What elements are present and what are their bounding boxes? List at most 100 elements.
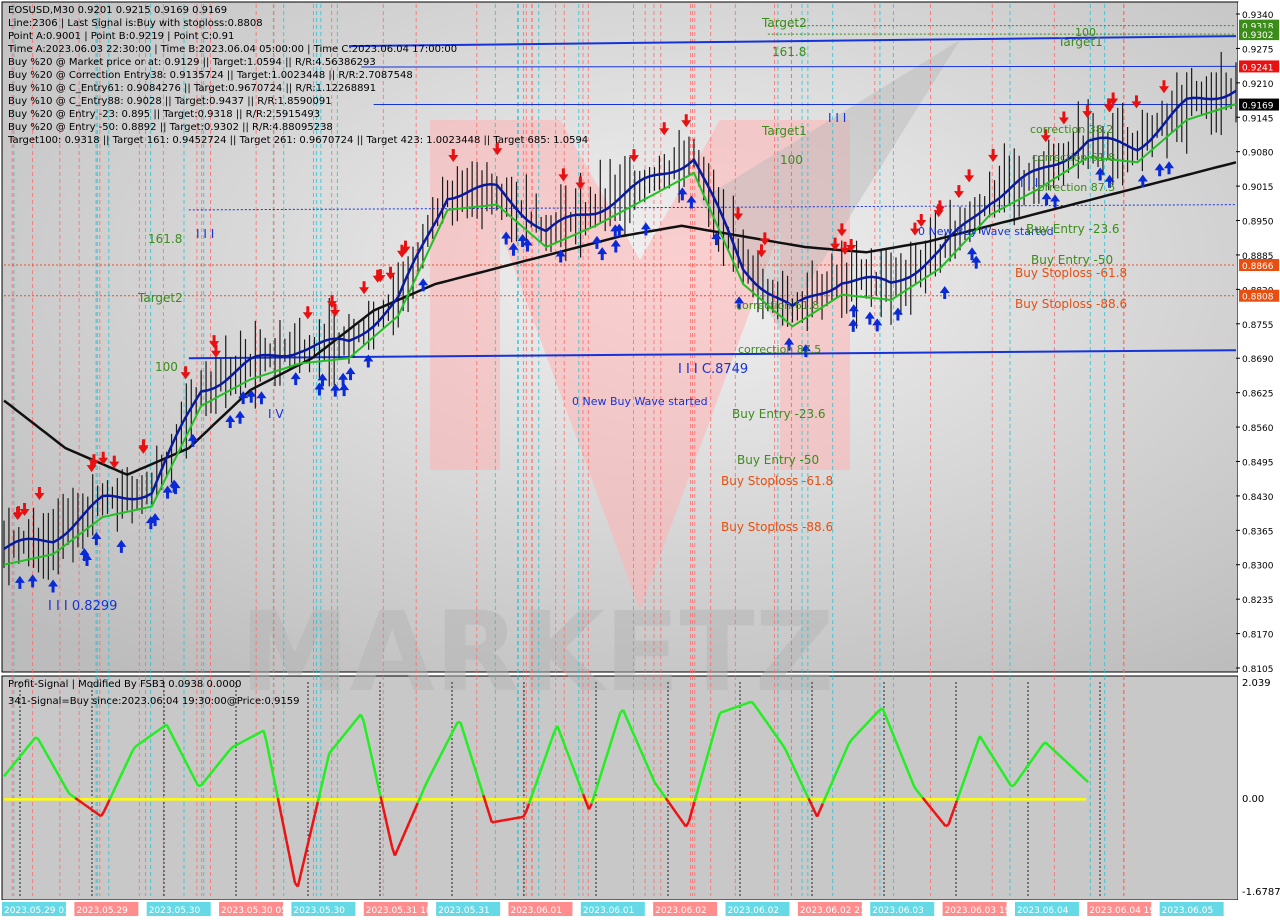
price-tick-label: 0.9080 — [1242, 149, 1274, 159]
osc-green-segment — [231, 744, 236, 749]
buy-stoploss-61-mid: Buy Stoploss -61.8 — [721, 474, 833, 488]
price-tag-label: 0.8808 — [1242, 293, 1274, 303]
time-axis-label: 2023.06.03 — [872, 906, 924, 916]
info-line: Buy %10 @ C_Entry88: 0.9028 || Target:0.… — [8, 96, 332, 107]
osc-green-segment — [251, 734, 256, 738]
osc-green-segment — [68, 792, 74, 798]
osc-green-segment — [728, 707, 732, 711]
time-axis-label: 2023.05.30 — [149, 906, 201, 916]
time-axis-label: 2023.05.29 01:00 — [4, 906, 85, 916]
target2-left-label: Target2 — [137, 291, 183, 305]
osc-red-segment — [86, 805, 91, 810]
osc-red-segment — [517, 816, 521, 820]
level-161-top-label: 161.8 — [772, 45, 806, 59]
osc-green-segment — [134, 743, 139, 748]
osc-green-segment — [248, 735, 253, 740]
osc-red-segment — [511, 817, 515, 821]
v-mark: I V — [268, 407, 284, 421]
osc-red-segment — [497, 819, 501, 823]
osc-green-segment — [722, 709, 727, 713]
target2-top-label: Target2 — [761, 16, 807, 30]
osc-green-segment — [739, 703, 744, 707]
price-tick-label: 0.8690 — [1242, 355, 1274, 365]
price-tick-label: 0.8105 — [1242, 665, 1274, 675]
osc-red-segment — [520, 815, 524, 819]
level-100-left-label: 100 — [155, 360, 178, 374]
price-tick-label: 0.8365 — [1242, 527, 1274, 537]
buy-stoploss-61-right: Buy Stoploss -61.8 — [1015, 266, 1127, 280]
correction-87-right: correction 87.5 — [1032, 181, 1115, 194]
info-line: Buy %20 @ Entry -23: 0.895 || Target:0.9… — [8, 109, 320, 120]
price-tick-label: 0.9275 — [1242, 45, 1274, 55]
time-axis-label: 2023.06.03 19:00 — [945, 906, 1026, 916]
osc-green-segment — [725, 708, 730, 712]
osc-red-segment — [94, 811, 99, 816]
time-axis-label: 2023.06.05 — [1162, 906, 1214, 916]
time-axis-label: 2023.06.02 — [655, 906, 707, 916]
osc-green-segment — [257, 731, 262, 735]
buy-entry-23-right: Buy Entry -23.6 — [1026, 222, 1120, 236]
osc-green-segment — [243, 738, 248, 743]
osc-red-segment — [500, 819, 504, 823]
osc-red-segment — [945, 823, 949, 828]
osc-red-segment — [514, 816, 518, 820]
price-tick-label: 0.9145 — [1242, 114, 1274, 124]
price-tick-label: 0.8495 — [1242, 458, 1274, 468]
time-axis-label: 2023.06.02 — [728, 906, 780, 916]
osc-scale-bottom: -1.6787 — [1242, 887, 1280, 898]
time-axis-label: 2023.05.31 18:30 — [366, 906, 447, 916]
osc-red-segment — [80, 801, 85, 806]
level-line — [361, 65, 1237, 68]
price-tag-label: 0.9302 — [1242, 31, 1274, 41]
osc-green-segment — [140, 739, 145, 744]
info-line: Buy %20 @ Market price or at: 0.9129 || … — [8, 57, 376, 68]
time-axis-label: 2023.06.04 — [1017, 906, 1069, 916]
osc-green-segment — [157, 727, 162, 732]
price-tick-label: 0.8170 — [1242, 631, 1274, 641]
osc-green-segment — [34, 736, 39, 741]
osc-green-segment — [145, 735, 151, 740]
level-161-left-label: 161.8 — [148, 232, 182, 246]
osc-red-segment — [503, 818, 507, 822]
mid-low-price-label: I I I C.8749 — [678, 362, 748, 377]
correction-87-mid: correction 87.5 — [738, 343, 821, 356]
price-tick-label: 0.9340 — [1242, 11, 1274, 21]
osc-green-segment — [234, 743, 239, 747]
osc-red-segment — [88, 807, 94, 812]
osc-scale-zero: 0.00 — [1242, 794, 1264, 805]
osc-green-segment — [240, 740, 245, 744]
osc-scale-top: 2.039 — [1242, 678, 1271, 689]
info-line: Line:2306 | Last Signal is:Buy with stop… — [8, 18, 263, 29]
osc-red-segment — [494, 820, 498, 824]
triple-bar-left: I I I — [196, 227, 214, 241]
osc-green-segment — [742, 702, 747, 706]
info-line: Point A:0.9001 | Point B:0.9219 | Point … — [8, 31, 234, 42]
correction-38-right: correction 38.2 — [1030, 123, 1113, 136]
price-tick-label: 0.8430 — [1242, 493, 1274, 503]
oscillator-signal: 341-Signal=Buy since:2023.06.04 19:30:00… — [8, 696, 300, 707]
price-tick-label: 0.8235 — [1242, 596, 1274, 606]
osc-green-segment — [745, 701, 750, 705]
osc-green-segment — [154, 729, 159, 734]
price-tick-label: 0.9210 — [1242, 80, 1274, 90]
price-tag-label: 0.8866 — [1242, 262, 1274, 272]
symbol-line: EOSUSD,M30 0.9201 0.9215 0.9169 0.9169 — [8, 5, 227, 16]
info-line: Target100: 0.9318 || Target 161: 0.94527… — [7, 135, 588, 146]
triple-bar-mid: I I I — [828, 111, 846, 125]
time-axis-label: 2023.06.01 — [510, 906, 562, 916]
price-axis — [1238, 2, 1280, 900]
chart-window: MARKETZ 0.9340 0.9275 0.9210 0.9145 0.9080 0.… — [0, 0, 1280, 920]
osc-green-segment — [137, 741, 142, 746]
time-axis-label: 2023.06.04 19:30 — [1089, 906, 1170, 916]
price-tag-label: 0.9241 — [1242, 63, 1274, 73]
osc-red-segment — [83, 803, 88, 808]
time-axis-label: 2023.05.30 — [293, 906, 345, 916]
osc-green-segment — [143, 737, 148, 742]
time-axis-label: 2023.05.30 05:30 — [221, 906, 302, 916]
osc-green-segment — [160, 725, 165, 730]
time-axis-label: 2023.05.29 — [76, 906, 128, 916]
time-axis-label: 2023.06.01 — [583, 906, 635, 916]
osc-red-segment — [505, 818, 510, 822]
buy-entry-50-right: Buy Entry -50 — [1031, 253, 1113, 267]
watermark-text: MARKETZ — [240, 588, 834, 716]
